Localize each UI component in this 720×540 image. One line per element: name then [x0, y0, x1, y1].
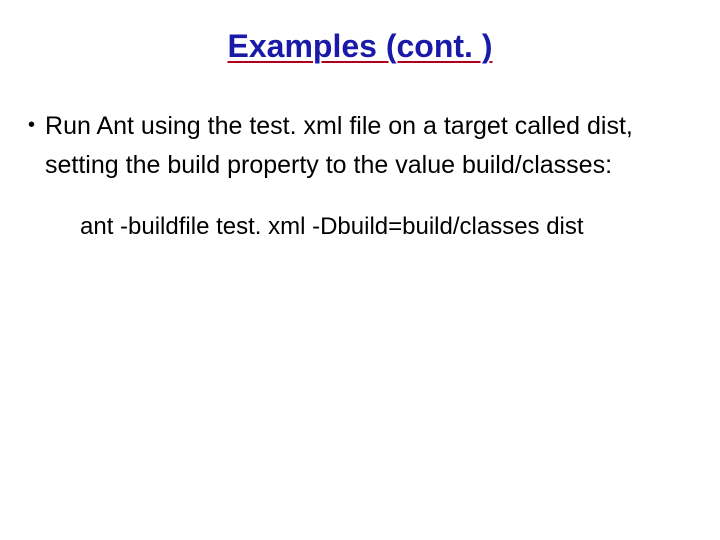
bullet-marker: • [28, 107, 35, 143]
slide: Examples (cont. ) • Run Ant using the te… [0, 28, 720, 540]
slide-title: Examples (cont. ) [0, 28, 720, 65]
command-text: ant -buildfile test. xml -Dbuild=build/c… [80, 213, 692, 241]
bullet-text: Run Ant using the test. xml file on a ta… [45, 107, 692, 185]
bullet-item: • Run Ant using the test. xml file on a … [28, 107, 692, 185]
bullet-list: • Run Ant using the test. xml file on a … [28, 107, 692, 241]
